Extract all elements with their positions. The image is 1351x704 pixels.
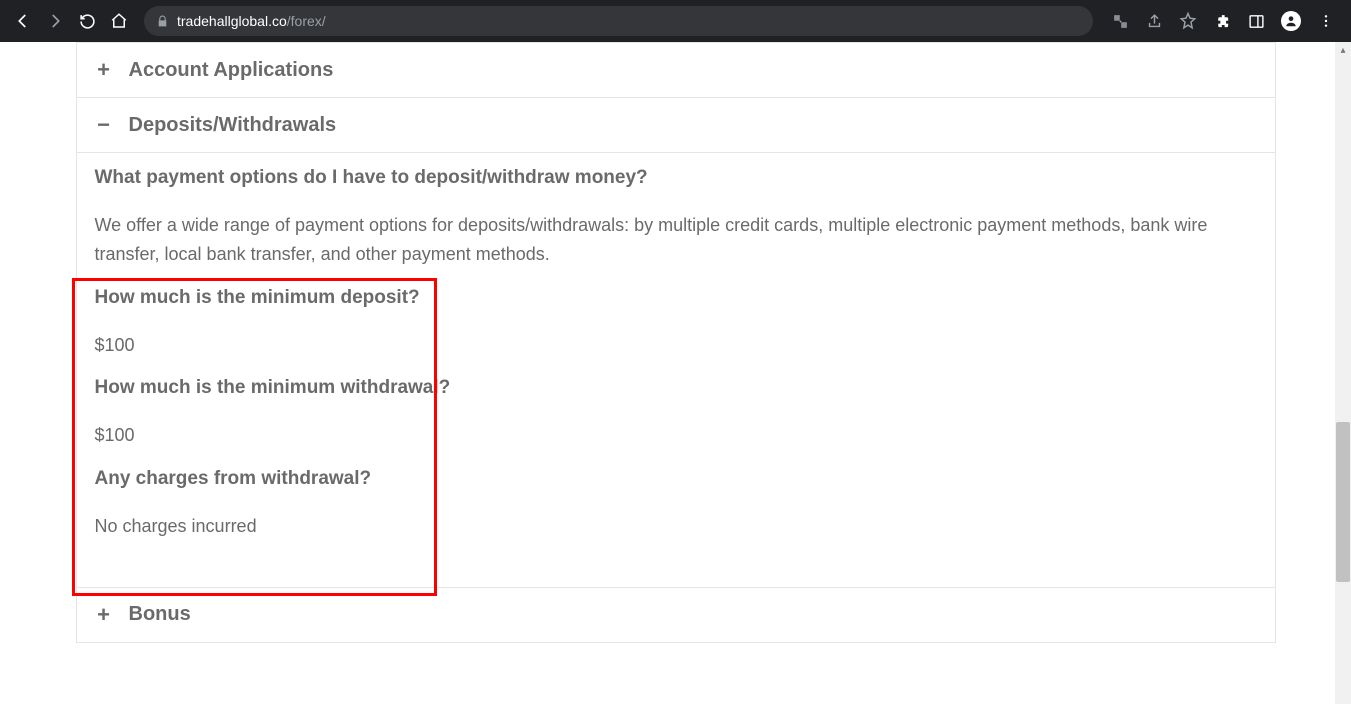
faq-question: How much is the minimum withdrawal? xyxy=(95,377,1257,399)
share-icon[interactable] xyxy=(1145,12,1163,30)
lock-icon xyxy=(156,15,169,28)
address-bar[interactable]: tradehallglobal.co/forex/ xyxy=(144,6,1093,36)
accordion-title: Bonus xyxy=(129,603,191,626)
faq-question: How much is the minimum deposit? xyxy=(95,287,1257,309)
minus-icon: − xyxy=(95,112,113,138)
plus-icon: + xyxy=(95,602,113,628)
scrollbar-thumb[interactable] xyxy=(1336,422,1350,582)
menu-dots-icon[interactable] xyxy=(1317,12,1335,30)
home-icon[interactable] xyxy=(110,12,128,30)
bookmark-star-icon[interactable] xyxy=(1179,12,1197,30)
translate-icon[interactable] xyxy=(1111,12,1129,30)
url-path: /forex/ xyxy=(287,13,326,29)
reload-icon[interactable] xyxy=(78,12,96,30)
faq-answer: We offer a wide range of payment options… xyxy=(95,211,1257,269)
accordion-header[interactable]: + Account Applications xyxy=(77,43,1275,97)
accordion-item-deposits-withdrawals: − Deposits/Withdrawals What payment opti… xyxy=(76,98,1276,588)
browser-toolbar: tradehallglobal.co/forex/ xyxy=(0,0,1351,42)
page-viewport: + Account Applications − Deposits/Withdr… xyxy=(0,42,1351,704)
accordion-body: What payment options do I have to deposi… xyxy=(77,152,1275,587)
back-icon[interactable] xyxy=(14,12,32,30)
faq-answer: $100 xyxy=(95,421,1257,450)
scrollbar-track[interactable]: ▴ xyxy=(1335,42,1351,704)
faq-question: What payment options do I have to deposi… xyxy=(95,167,1257,189)
extensions-icon[interactable] xyxy=(1213,12,1231,30)
url-text: tradehallglobal.co/forex/ xyxy=(177,13,326,29)
forward-icon[interactable] xyxy=(46,12,64,30)
accordion-item-account-applications: + Account Applications xyxy=(76,42,1276,98)
panel-icon[interactable] xyxy=(1247,12,1265,30)
url-host: tradehallglobal.co xyxy=(177,13,287,29)
accordion-header[interactable]: − Deposits/Withdrawals xyxy=(77,98,1275,152)
faq-question: Any charges from withdrawal? xyxy=(95,468,1257,490)
faq-answer: $100 xyxy=(95,331,1257,360)
scroll-up-arrow-icon[interactable]: ▴ xyxy=(1335,42,1351,58)
accordion-title: Account Applications xyxy=(129,59,334,82)
accordion-item-bonus: + Bonus xyxy=(76,588,1276,643)
faq-answer: No charges incurred xyxy=(95,512,1257,541)
accordion-title: Deposits/Withdrawals xyxy=(129,114,337,137)
accordion-header[interactable]: + Bonus xyxy=(77,588,1275,642)
profile-avatar-icon[interactable] xyxy=(1281,11,1301,31)
plus-icon: + xyxy=(95,57,113,83)
